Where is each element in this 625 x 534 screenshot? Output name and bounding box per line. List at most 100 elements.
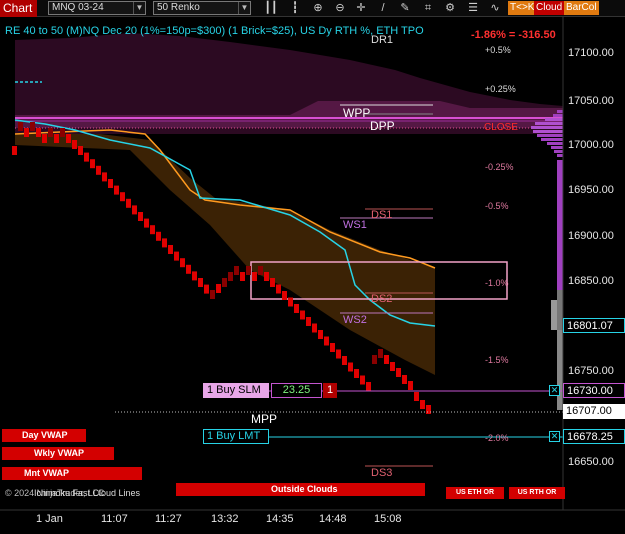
pencil-icon[interactable]: ✎ (398, 0, 412, 16)
cancel-order-icon[interactable]: ✕ (549, 431, 560, 442)
indicator-icon[interactable]: ∿ (488, 0, 502, 16)
renko-brick (12, 146, 17, 155)
change-readout: -1.86% = -316.50 (471, 29, 556, 41)
profile-bar (535, 122, 563, 125)
time-tick: 11:07 (101, 513, 128, 525)
profile-bar (533, 130, 563, 133)
buy-slm-quantity[interactable]: 1 (323, 383, 337, 398)
price-tick: 16850.00 (568, 275, 614, 287)
renko-brick (84, 152, 89, 162)
renko-brick (150, 225, 155, 235)
renko-brick (78, 146, 83, 155)
renko-brick (24, 128, 29, 137)
buy-slm-price-tag[interactable]: 16730.00 (563, 383, 625, 398)
zoom-out-icon[interactable]: ⊖ (333, 0, 347, 16)
profile-bar (553, 114, 563, 117)
renko-brick (402, 375, 407, 384)
price-tick: 17050.00 (568, 95, 614, 107)
buy-slm-order-label[interactable]: 1 Buy SLM (203, 383, 269, 398)
outside-clouds-button[interactable]: Outside Clouds (176, 483, 425, 496)
renko-brick (396, 368, 401, 377)
renko-brick (156, 231, 161, 241)
line-tool-icon[interactable]: / (376, 0, 390, 16)
buy-lmt-price-tag[interactable]: 16678.25 (563, 429, 625, 444)
renko-brick (120, 192, 125, 202)
renko-brick (216, 284, 221, 293)
dpp-label: DPP (370, 119, 395, 133)
ws2-label: WS2 (343, 314, 367, 326)
us-rth-or-button[interactable]: US RTH OR (509, 487, 565, 499)
chevron-down-icon[interactable]: ▼ (238, 2, 250, 14)
crosshair-icon[interactable]: ✛ (354, 0, 368, 16)
buy-lmt-order-label[interactable]: 1 Buy LMT (203, 429, 269, 444)
measure-icon[interactable]: ⌗ (421, 0, 435, 16)
profile-column (557, 160, 563, 290)
renko-brick (306, 317, 311, 326)
bar-type-selector[interactable]: 50 Renko ▼ (153, 1, 251, 15)
price-tick: 17100.00 (568, 47, 614, 59)
tk-button[interactable]: T<>K (508, 1, 537, 15)
time-tick: 11:27 (155, 513, 182, 525)
renko-brick (270, 278, 275, 287)
pct-label: -0.25% (485, 162, 514, 172)
renko-brick (366, 382, 371, 391)
renko-brick (288, 297, 293, 307)
renko-brick (228, 272, 233, 281)
price-tick: 16750.00 (568, 365, 614, 377)
profile-bar (541, 138, 563, 141)
pct-label: -0.5% (485, 201, 509, 211)
last-price-tag: 16707.00 (563, 404, 625, 419)
mnt-vwap-button[interactable]: Mnt VWAP (2, 467, 142, 480)
renko-brick (318, 330, 323, 339)
bar-chart-icon[interactable]: ┃┃ (264, 0, 278, 16)
renko-brick (36, 128, 41, 137)
renko-brick (174, 251, 179, 261)
renko-brick (264, 272, 269, 281)
dr1-label: DR1 (371, 34, 394, 46)
renko-brick (426, 405, 431, 414)
price-tick: 16950.00 (568, 184, 614, 196)
ds1-label: DS1 (371, 209, 393, 221)
more-icon[interactable]: ☰ (466, 0, 480, 16)
ichimoku-label: Ichimoku Fast Cloud Lines (34, 488, 141, 498)
renko-brick (102, 172, 107, 182)
cloud-button[interactable]: Cloud (534, 1, 565, 15)
price-tick: 16650.00 (568, 456, 614, 468)
renko-brick (108, 179, 113, 188)
profile-bar (557, 154, 563, 157)
day-vwap-button[interactable]: Day VWAP (2, 429, 86, 442)
renko-brick (42, 134, 47, 143)
renko-brick (240, 272, 245, 281)
renko-brick (390, 362, 395, 371)
zoom-in-icon[interactable]: ⊕ (311, 0, 325, 16)
wkly-vwap-button[interactable]: Wkly VWAP (2, 447, 114, 460)
renko-brick (72, 140, 77, 149)
renko-brick (114, 185, 119, 195)
profile-bar (537, 134, 563, 137)
instrument-selector[interactable]: MNQ 03-24 ▼ (48, 1, 146, 15)
pct-label: -2.0% (485, 433, 509, 443)
cancel-order-icon[interactable]: ✕ (549, 385, 560, 396)
pct-label: +0.5% (485, 45, 511, 55)
ws1-label: WS1 (343, 219, 367, 231)
renko-brick (144, 218, 149, 228)
renko-brick (234, 266, 239, 275)
us-eth-or-button[interactable]: US ETH OR (446, 487, 504, 499)
renko-brick (420, 400, 425, 409)
profile-column (551, 300, 557, 330)
renko-brick (126, 198, 131, 208)
line-chart-icon[interactable]: ┇ (288, 0, 302, 16)
chevron-down-icon[interactable]: ▼ (133, 2, 145, 14)
bar-type-value: 50 Renko (157, 2, 200, 13)
renko-brick (258, 266, 263, 275)
renko-brick (282, 291, 287, 300)
renko-brick (252, 272, 257, 281)
renko-brick (222, 278, 227, 287)
pct-label: -1.5% (485, 355, 509, 365)
renko-brick (132, 205, 137, 215)
buy-slm-price-offset[interactable]: 23.25 (271, 383, 322, 398)
renko-brick (324, 336, 329, 346)
pct-label: -1.0% (485, 278, 509, 288)
barcol-button[interactable]: BarCol (564, 1, 599, 15)
properties-icon[interactable]: ⚙ (443, 0, 457, 16)
